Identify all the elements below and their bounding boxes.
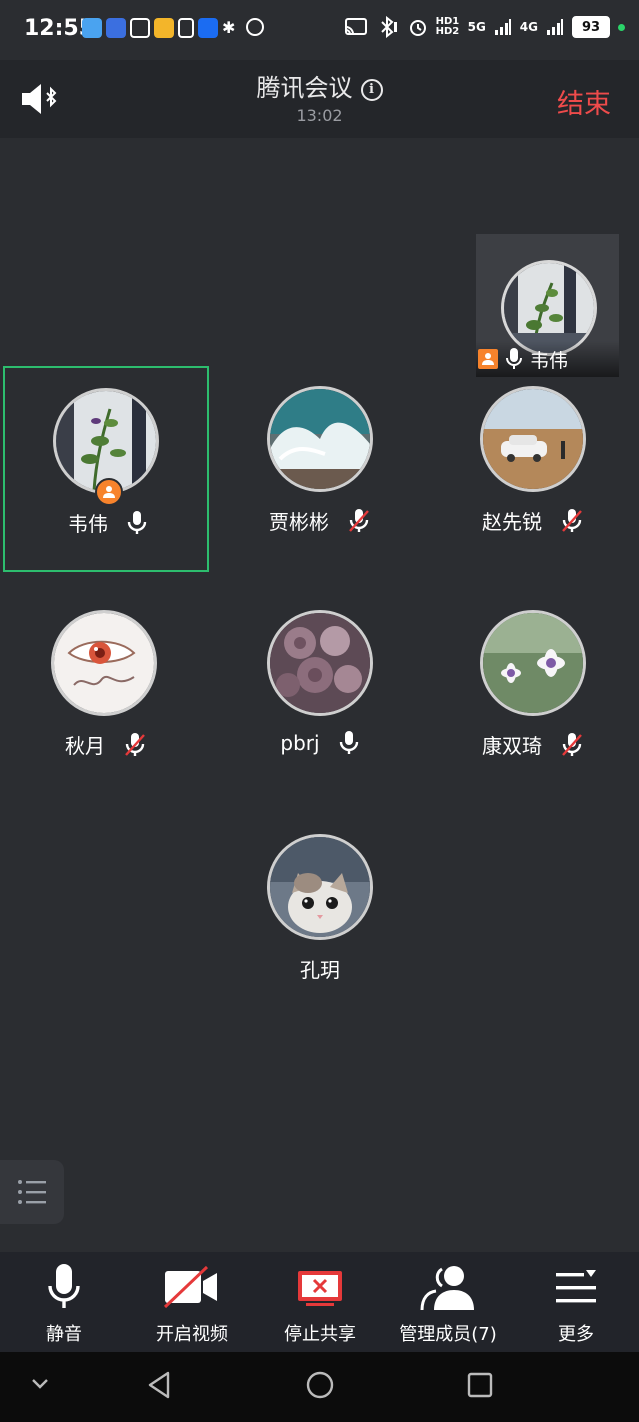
signal-icon-2 [547, 19, 563, 35]
participant-label-row: 秋月 [3, 730, 209, 759]
microphone-muted-icon [125, 732, 145, 756]
host-badge-icon [95, 478, 123, 506]
app-notification-icon [82, 18, 102, 38]
participant-name: 赵先锐 [482, 510, 542, 534]
self-video-preview[interactable]: 韦伟 [476, 234, 619, 377]
plant-photo-image [56, 391, 156, 491]
nav-home-button[interactable] [305, 1370, 335, 1404]
chevron-down-icon [32, 1379, 48, 1389]
participant-tile[interactable]: 秋月 [3, 590, 209, 796]
settings-notification-icon: ✱ [222, 18, 236, 37]
bluetooth-vibrate-icon [380, 16, 397, 38]
weibo-icon [154, 18, 174, 38]
privacy-indicator-icon [618, 23, 625, 31]
microphone-icon [339, 731, 358, 754]
member-list-button[interactable] [0, 1160, 64, 1224]
participant-tile[interactable]: 赵先锐 [430, 366, 636, 572]
anime-eye-image [54, 613, 154, 713]
list-icon [18, 1180, 46, 1204]
participant-name: 康双琦 [482, 734, 542, 758]
meeting-title-row[interactable]: 腾讯会议 i [0, 68, 639, 103]
meeting-header: 腾讯会议 i 13:02 结束 [0, 60, 639, 138]
more-label: 更多 [558, 1324, 594, 1345]
microphone-icon [127, 510, 147, 534]
signal-icon [494, 19, 511, 35]
stop-share-icon [298, 1271, 342, 1306]
participant-name: 孔玥 [300, 958, 340, 982]
info-icon[interactable]: i [360, 79, 383, 101]
status-bar: 12:55 ✱ HD1 HD2 5G 4G 93 [0, 0, 639, 60]
wave-photo-image [270, 389, 370, 489]
avatar [480, 386, 586, 492]
participant-label-row: 康双琦 [430, 730, 636, 759]
kitten-photo-image [270, 837, 370, 937]
participant-name: 秋月 [65, 734, 105, 758]
meeting-app-icon [198, 18, 218, 38]
battery-indicator: 93 [572, 16, 610, 38]
members-icon [420, 1266, 474, 1310]
mute-label: 静音 [46, 1324, 82, 1345]
avatar [51, 610, 157, 716]
participant-name: 韦伟 [68, 512, 108, 536]
5g-label: 5G [467, 20, 486, 34]
microphone-muted-icon [562, 732, 582, 756]
status-right: HD1 HD2 5G 4G 93 [344, 16, 625, 38]
home-circle-icon [306, 1371, 334, 1399]
notification-icons: ✱ [82, 18, 264, 38]
participant-tile[interactable]: pbrj [217, 590, 423, 796]
avatar [267, 610, 373, 716]
cast-icon [344, 18, 367, 35]
meeting-title: 腾讯会议 [256, 74, 353, 102]
participant-tile[interactable]: 孔玥 [217, 814, 423, 1020]
meeting-duration: 13:02 [296, 106, 343, 125]
participant-label-row: pbrj [217, 730, 423, 756]
video-off-icon [163, 1265, 217, 1309]
location-icon [246, 18, 264, 36]
roses-photo-image [270, 613, 370, 713]
hd-label: HD1 HD2 [435, 16, 460, 37]
microphone-muted-icon [349, 508, 369, 532]
participant-tile[interactable]: 康双琦 [430, 590, 636, 796]
more-menu-icon [556, 1270, 596, 1303]
manage-members-button[interactable]: 管理成员(7) [384, 1262, 512, 1346]
participant-label-row: 赵先锐 [430, 506, 636, 535]
start-video-label: 开启视频 [156, 1324, 228, 1345]
avatar [267, 386, 373, 492]
participant-tile[interactable]: 贾彬彬 [217, 366, 423, 572]
recents-square-icon [467, 1372, 493, 1398]
end-meeting-button[interactable]: 结束 [557, 82, 611, 121]
participant-name: 贾彬彬 [269, 510, 329, 534]
plant-photo-image [504, 263, 594, 353]
mute-button[interactable]: 静音 [0, 1262, 128, 1346]
microphone-icon [48, 1264, 80, 1308]
flowers-photo-image [483, 613, 583, 713]
back-triangle-icon [148, 1371, 170, 1399]
bottom-toolbar: 静音 开启视频 停止共享 管理成员(7) 更多 [0, 1252, 639, 1352]
avatar [267, 834, 373, 940]
system-nav-bar [0, 1352, 639, 1422]
nav-back-button[interactable] [146, 1370, 172, 1404]
download-icon [178, 18, 194, 38]
microphone-muted-icon [562, 508, 582, 532]
participant-label-row: 贾彬彬 [217, 506, 423, 535]
nav-recents-button[interactable] [466, 1370, 494, 1404]
4g-label: 4G [519, 20, 538, 34]
participant-tile[interactable]: 韦伟 [3, 366, 209, 572]
start-video-button[interactable]: 开启视频 [128, 1262, 256, 1346]
alarm-icon [409, 20, 426, 36]
calendar-icon [130, 18, 150, 38]
nav-collapse-button[interactable] [30, 1376, 50, 1395]
more-button[interactable]: 更多 [512, 1262, 639, 1346]
avatar [480, 610, 586, 716]
baidu-icon [106, 18, 126, 38]
stop-share-button[interactable]: 停止共享 [256, 1262, 384, 1346]
car-desert-photo-image [483, 389, 583, 489]
participant-name: pbrj [280, 731, 320, 755]
stop-share-label: 停止共享 [284, 1324, 356, 1345]
participant-label-row: 韦伟 [5, 508, 211, 537]
manage-members-label: 管理成员(7) [399, 1324, 497, 1345]
participant-label-row: 孔玥 [217, 954, 423, 983]
